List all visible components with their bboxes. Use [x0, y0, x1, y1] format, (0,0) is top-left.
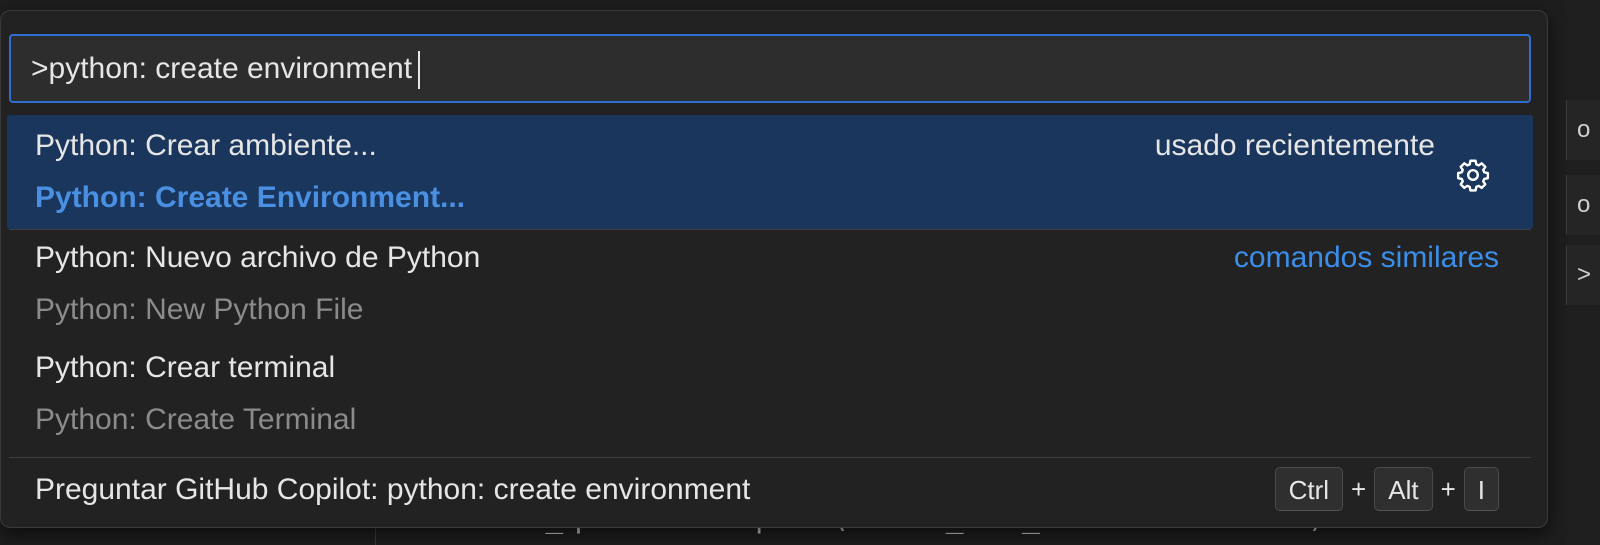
item-label: Python: Nuevo archivo de Python [35, 241, 481, 274]
item-secondary-label: Python: Create Environment... [35, 181, 466, 214]
side-tab-1[interactable]: o [1566, 100, 1600, 160]
key-ctrl: Ctrl [1274, 467, 1344, 511]
gear-icon[interactable] [1455, 157, 1491, 193]
section-divider [9, 457, 1531, 458]
palette-item-ask-copilot[interactable]: Preguntar GitHub Copilot: python: create… [7, 463, 1533, 519]
key-separator: + [1440, 473, 1456, 504]
keybinding: Ctrl + Alt + I [1274, 467, 1499, 511]
command-input-text: >python: create environment [31, 52, 413, 85]
side-tab-3[interactable]: > [1566, 245, 1600, 305]
item-secondary-label: Python: New Python File [35, 293, 364, 326]
item-label: Python: Crear ambiente... [35, 129, 377, 162]
palette-item-create-environment[interactable]: Python: Crear ambiente... Python: Create… [7, 115, 1533, 229]
recently-used-label: usado recientemente [1154, 129, 1435, 162]
item-label: Python: Crear terminal [35, 351, 336, 384]
side-panel-strip: o o > [1566, 0, 1600, 545]
palette-item-create-terminal[interactable]: Python: Crear terminal Python: Create Te… [7, 343, 1533, 451]
text-caret [418, 51, 421, 90]
similar-commands-label: comandos similares [1233, 241, 1499, 274]
side-tab-2[interactable]: o [1566, 175, 1600, 235]
palette-item-new-python-file[interactable]: Python: Nuevo archivo de Python Python: … [7, 233, 1533, 341]
item-label: Preguntar GitHub Copilot: python: create… [35, 473, 751, 506]
section-divider [9, 229, 1531, 230]
item-secondary-label: Python: Create Terminal [35, 403, 357, 436]
command-palette-input[interactable]: >python: create environment [9, 34, 1531, 103]
key-separator: + [1351, 473, 1367, 504]
key-i: I [1463, 467, 1499, 511]
key-alt: Alt [1374, 467, 1433, 511]
command-palette: >python: create environment Python: Crea… [0, 10, 1548, 528]
